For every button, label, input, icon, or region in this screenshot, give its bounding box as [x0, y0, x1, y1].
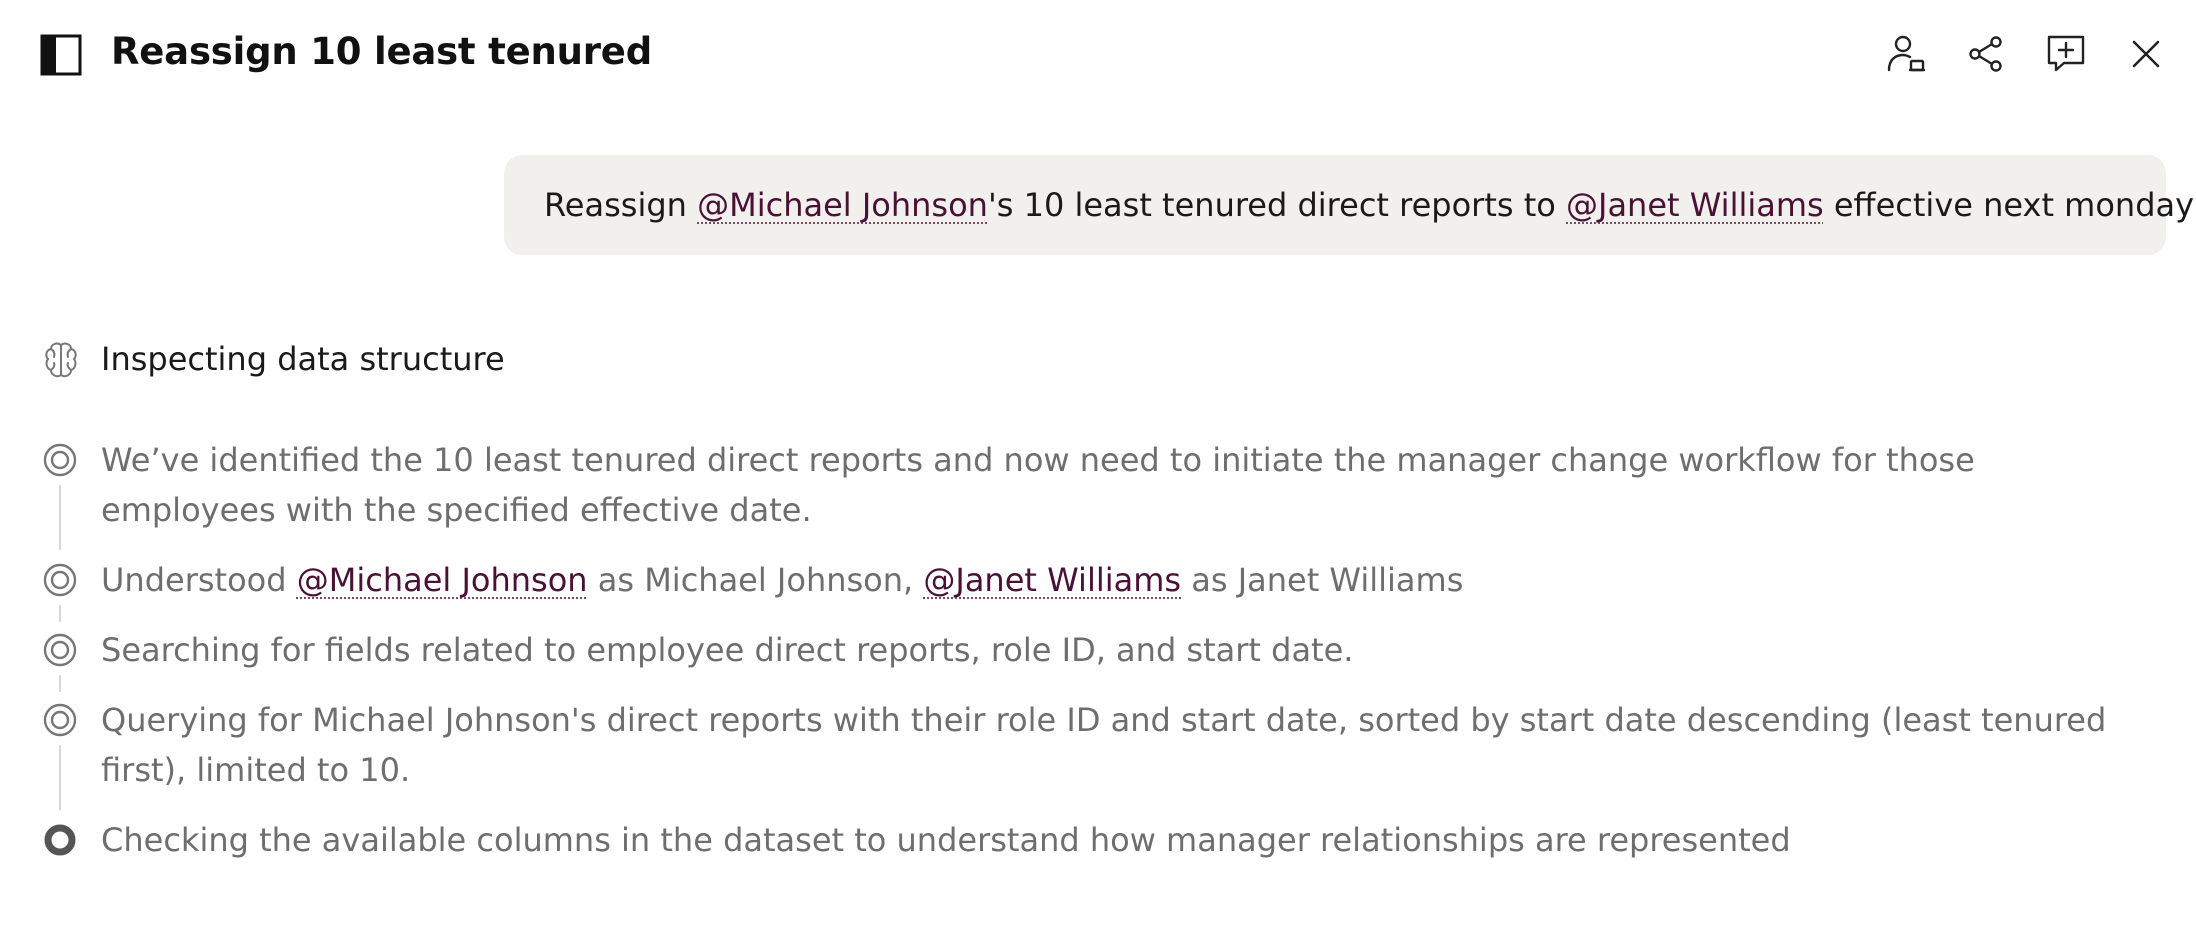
- step-text-part: as Michael Johnson,: [587, 561, 924, 599]
- close-icon[interactable]: [2124, 32, 2168, 76]
- mention-janet-williams[interactable]: @Janet Williams: [923, 561, 1181, 599]
- add-comment-icon[interactable]: [2044, 32, 2088, 76]
- user-settings-icon[interactable]: [1884, 32, 1928, 76]
- mention-janet-williams[interactable]: @Janet Williams: [1566, 186, 1824, 224]
- step-in-progress-icon: [42, 822, 78, 858]
- header: Reassign 10 least tenured: [0, 0, 2196, 110]
- step-complete-icon: [42, 562, 78, 598]
- step-text: Checking the available columns in the da…: [101, 821, 1791, 859]
- user-message-bubble: Reassign @Michael Johnson 's 10 least te…: [504, 155, 2194, 255]
- prompt-text: effective next monday: [1823, 186, 2195, 224]
- timeline-connector: [59, 605, 61, 622]
- sidebar-toggle-icon[interactable]: [40, 34, 82, 76]
- timeline-connector: [59, 485, 61, 550]
- step-complete-icon: [42, 632, 78, 668]
- prompt-text: Reassign: [544, 186, 698, 224]
- chat-app: Reassign 10 least tenured Reassign @Mich…: [0, 0, 2196, 930]
- step-text-part: Understood: [101, 561, 297, 599]
- step-text-part: as Janet Williams: [1181, 561, 1464, 599]
- brain-icon: [43, 341, 79, 379]
- timeline-connector: [59, 745, 61, 810]
- prompt-text: 's 10 least tenured direct reports to: [987, 186, 1566, 224]
- step-text: We’ve identified the 10 least tenured di…: [101, 441, 1975, 529]
- share-icon[interactable]: [1964, 32, 2008, 76]
- mention-michael-johnson[interactable]: @Michael Johnson: [697, 186, 988, 224]
- step-text: Querying for Michael Johnson's direct re…: [101, 701, 2107, 789]
- step-complete-icon: [42, 702, 78, 738]
- mention-michael-johnson[interactable]: @Michael Johnson: [297, 561, 588, 599]
- thinking-label: Inspecting data structure: [101, 340, 505, 378]
- step-text: Understood @Michael Johnson as Michael J…: [101, 555, 2141, 605]
- page-title: Reassign 10 least tenured: [111, 30, 652, 73]
- timeline-connector: [59, 675, 61, 692]
- step-text: Searching for fields related to employee…: [101, 631, 1354, 669]
- step-complete-icon: [42, 442, 78, 478]
